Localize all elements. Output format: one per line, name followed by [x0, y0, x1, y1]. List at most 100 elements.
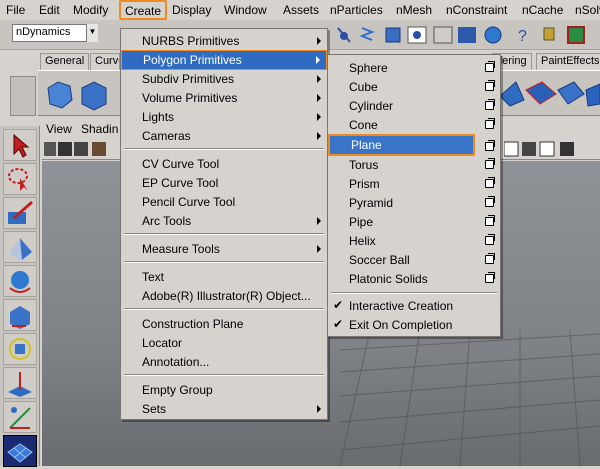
- submenu-arrow-icon: [317, 113, 321, 121]
- submenu-arrow-icon: [317, 94, 321, 102]
- submenu-arrow-icon: [317, 37, 321, 45]
- shelf-icons-left: [47, 81, 107, 111]
- menu-assets[interactable]: Assets: [283, 3, 319, 17]
- rotate-tool[interactable]: [3, 265, 37, 297]
- manipulator-icon: [9, 338, 31, 360]
- menu-item-illustrator-object[interactable]: Adobe(R) Illustrator(R) Object...: [121, 287, 327, 306]
- panel-menu-view[interactable]: View: [46, 122, 72, 136]
- menu-item-locator[interactable]: Locator: [121, 334, 327, 353]
- menu-item-pipe[interactable]: Pipe: [328, 213, 500, 232]
- option-box-icon[interactable]: [485, 196, 495, 207]
- submenu-arrow-icon: [317, 405, 321, 413]
- menu-item-exit-on-completion[interactable]: ✔ Exit On Completion: [328, 316, 500, 335]
- menu-item-empty-group[interactable]: Empty Group: [121, 381, 327, 400]
- menu-window[interactable]: Window: [224, 3, 267, 17]
- menu-item-interactive-creation[interactable]: ✔ Interactive Creation: [328, 297, 500, 316]
- menu-item-cube[interactable]: Cube: [328, 78, 500, 97]
- menu-nmesh[interactable]: nMesh: [396, 3, 432, 17]
- menu-item-cylinder[interactable]: Cylinder: [328, 97, 500, 116]
- menu-item-measure-tools[interactable]: Measure Tools: [121, 240, 327, 259]
- menu-item-text[interactable]: Text: [121, 268, 327, 287]
- menu-separator: [331, 292, 497, 294]
- lasso-tool[interactable]: [3, 163, 37, 195]
- move-tool[interactable]: [3, 231, 37, 263]
- viewport-grid: [340, 330, 600, 466]
- show-manipulator-icon: [9, 407, 31, 429]
- menu-item-platonic-solids[interactable]: Platonic Solids: [328, 270, 500, 289]
- option-box-icon[interactable]: [485, 61, 495, 72]
- menu-item-prism[interactable]: Prism: [328, 175, 500, 194]
- option-box-icon[interactable]: [485, 215, 495, 226]
- menu-item-arc-tools[interactable]: Arc Tools: [121, 212, 327, 231]
- menu-item-soccer-ball[interactable]: Soccer Ball: [328, 251, 500, 270]
- menu-item-nurbs-primitives[interactable]: NURBS Primitives: [121, 32, 327, 51]
- menu-separator: [124, 374, 324, 376]
- shelf-icons-right: [499, 81, 600, 107]
- camera-icons[interactable]: [44, 140, 120, 158]
- submenu-arrow-icon: [317, 245, 321, 253]
- show-manipulator-tool[interactable]: [3, 401, 37, 433]
- menu-create[interactable]: Create: [119, 0, 168, 20]
- scale-tool[interactable]: [3, 299, 37, 331]
- menu-display[interactable]: Display: [172, 3, 211, 17]
- create-menu: NURBS Primitives Polygon Primitives Subd…: [120, 28, 328, 420]
- menu-file[interactable]: File: [6, 3, 25, 17]
- panel-menu-shading[interactable]: Shadin: [81, 122, 118, 136]
- menu-item-sets[interactable]: Sets: [121, 400, 327, 419]
- option-box-icon[interactable]: [485, 118, 495, 129]
- menu-item-cv-curve-tool[interactable]: CV Curve Tool: [121, 155, 327, 174]
- menu-item-pencil-curve-tool[interactable]: Pencil Curve Tool: [121, 193, 327, 212]
- checkmark-icon: ✔: [333, 298, 344, 312]
- poly-pipe-icon[interactable]: [557, 81, 585, 105]
- menu-item-helix[interactable]: Helix: [328, 232, 500, 251]
- chevron-down-icon[interactable]: ▼: [86, 24, 98, 42]
- lasso-icon: [8, 168, 28, 191]
- option-box-icon[interactable]: [485, 80, 495, 91]
- option-box-icon[interactable]: [485, 272, 495, 283]
- menu-item-sphere[interactable]: Sphere: [328, 59, 500, 78]
- option-box-icon[interactable]: [485, 99, 495, 110]
- menu-item-construction-plane[interactable]: Construction Plane: [121, 315, 327, 334]
- menu-item-polygon-primitives[interactable]: Polygon Primitives: [121, 50, 327, 70]
- poly-sphere-icon[interactable]: [47, 81, 73, 109]
- menu-edit[interactable]: Edit: [39, 3, 60, 17]
- menu-bar: File Edit Modify Create Display Window A…: [0, 0, 600, 20]
- soft-mod-tool[interactable]: [3, 367, 37, 399]
- tab-general[interactable]: General: [40, 53, 90, 70]
- menu-item-torus[interactable]: Torus: [328, 156, 500, 175]
- menu-nsolver[interactable]: nSolv: [575, 3, 600, 17]
- tab-painteffects[interactable]: PaintEffects: [536, 53, 600, 70]
- universal-manipulator-tool[interactable]: [3, 333, 37, 365]
- poly-cone-icon[interactable]: [585, 83, 600, 107]
- poly-plane-icon[interactable]: [525, 81, 557, 105]
- menu-item-cameras[interactable]: Cameras: [121, 127, 327, 146]
- tab-curves[interactable]: Curve: [90, 53, 120, 70]
- option-box-icon[interactable]: [485, 253, 495, 264]
- paint-brush-icon: [8, 200, 33, 224]
- display-icons[interactable]: [504, 140, 600, 158]
- submenu-arrow-icon: [317, 132, 321, 140]
- menu-ncache[interactable]: nCache: [522, 3, 563, 17]
- select-tool[interactable]: [3, 129, 37, 161]
- poly-pyramid-icon[interactable]: [499, 81, 525, 107]
- menu-nparticles[interactable]: nParticles: [330, 3, 383, 17]
- menu-item-ep-curve-tool[interactable]: EP Curve Tool: [121, 174, 327, 193]
- menu-nconstraint[interactable]: nConstraint: [446, 3, 507, 17]
- option-box-icon[interactable]: [485, 234, 495, 245]
- menu-item-plane[interactable]: Plane: [328, 134, 475, 156]
- last-used-tool[interactable]: [3, 435, 37, 467]
- paint-select-tool[interactable]: [3, 197, 37, 229]
- option-box-icon[interactable]: [485, 158, 495, 169]
- option-box-icon[interactable]: [485, 140, 495, 151]
- option-box-icon[interactable]: [485, 177, 495, 188]
- menu-item-cone[interactable]: Cone: [328, 116, 500, 135]
- menu-item-lights[interactable]: Lights: [121, 108, 327, 127]
- menu-item-subdiv-primitives[interactable]: Subdiv Primitives: [121, 70, 327, 89]
- menu-item-annotation[interactable]: Annotation...: [121, 353, 327, 372]
- shelf-menu-button[interactable]: [10, 76, 36, 116]
- menu-modify[interactable]: Modify: [73, 3, 108, 17]
- menu-item-volume-primitives[interactable]: Volume Primitives: [121, 89, 327, 108]
- menu-item-pyramid[interactable]: Pyramid: [328, 194, 500, 213]
- poly-cube-icon[interactable]: [81, 81, 107, 111]
- snap-icons[interactable]: ?: [337, 26, 585, 45]
